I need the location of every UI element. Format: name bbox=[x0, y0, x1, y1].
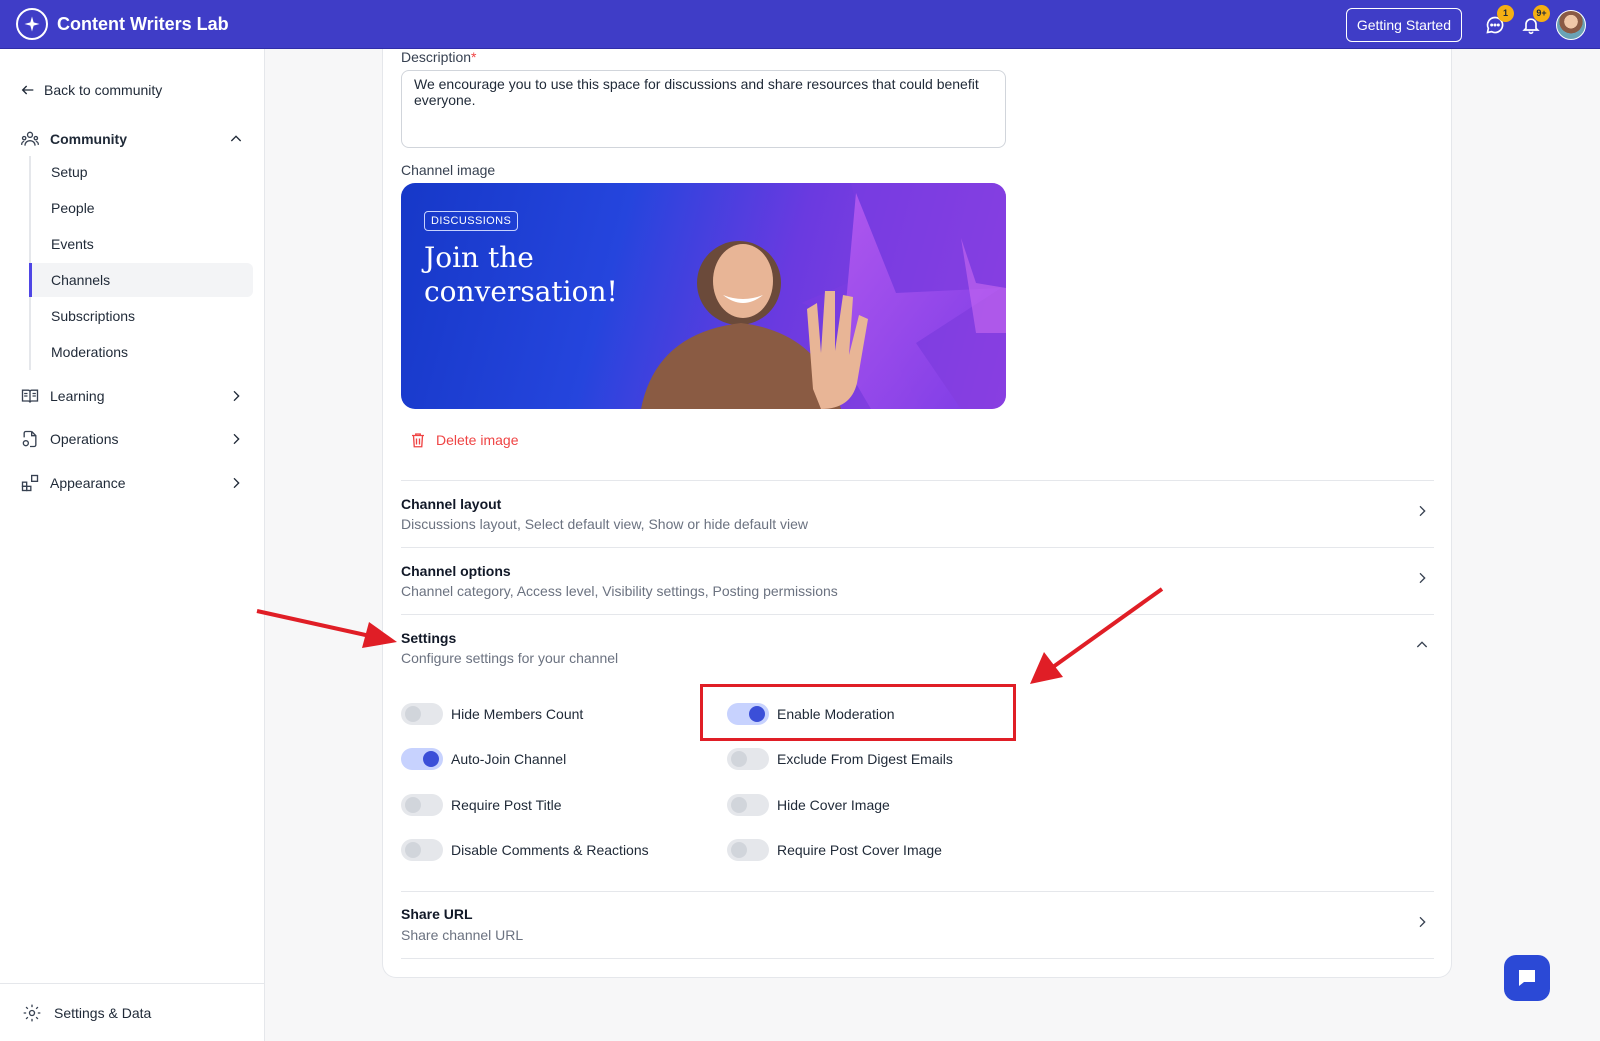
sparkle-logo-icon bbox=[16, 8, 48, 40]
divider bbox=[401, 480, 1434, 481]
banner-tag: DISCUSSIONS bbox=[424, 211, 519, 231]
delete-image-label: Delete image bbox=[436, 432, 519, 448]
toggle-switch[interactable] bbox=[727, 748, 769, 770]
chevron-right-icon bbox=[233, 390, 240, 402]
divider bbox=[401, 891, 1434, 892]
appearance-label: Appearance bbox=[50, 475, 126, 491]
layout-blocks-icon bbox=[20, 473, 40, 493]
divider bbox=[401, 547, 1434, 548]
toggle-switch[interactable] bbox=[727, 794, 769, 816]
back-to-community-link[interactable]: Back to community bbox=[20, 82, 162, 98]
sidebar-item-subscriptions[interactable]: Subscriptions bbox=[29, 299, 253, 333]
toggle-label: Auto-Join Channel bbox=[451, 751, 567, 767]
share-url-title[interactable]: Share URL bbox=[401, 906, 473, 922]
settings-and-data-label: Settings & Data bbox=[54, 1004, 152, 1021]
community-label: Community bbox=[50, 131, 127, 147]
chat-launcher-button[interactable] bbox=[1504, 955, 1550, 1001]
channel-options-subtitle: Channel category, Access level, Visibili… bbox=[401, 583, 838, 599]
notifications-bell-icon[interactable]: 9+ bbox=[1520, 5, 1550, 36]
chevron-up-icon bbox=[230, 135, 242, 142]
toggle-require-post-cover-image[interactable]: Require Post Cover Image bbox=[727, 839, 942, 861]
settings-title[interactable]: Settings bbox=[401, 630, 456, 646]
channel-layout-title[interactable]: Channel layout bbox=[401, 496, 501, 512]
channel-image-preview[interactable]: DISCUSSIONS Join the conversation! bbox=[401, 183, 1006, 409]
toggle-label: Require Post Cover Image bbox=[777, 842, 942, 858]
learning-label: Learning bbox=[50, 388, 105, 404]
chevron-right-icon bbox=[233, 477, 240, 489]
sidebar-item-setup[interactable]: Setup bbox=[29, 155, 253, 189]
document-cog-icon bbox=[20, 429, 40, 449]
chevron-right-icon[interactable] bbox=[1414, 503, 1430, 519]
channel-image-label: Channel image bbox=[401, 162, 496, 178]
toggle-switch[interactable] bbox=[727, 839, 769, 861]
sidebar-section-operations[interactable]: Operations bbox=[20, 429, 248, 449]
toggle-disable-comments-reactions[interactable]: Disable Comments & Reactions bbox=[401, 839, 649, 861]
messages-icon[interactable]: 1 bbox=[1484, 5, 1514, 36]
notifications-badge: 9+ bbox=[1533, 5, 1550, 22]
community-icon bbox=[20, 129, 40, 149]
sidebar-item-channels[interactable]: Channels bbox=[29, 263, 253, 297]
messages-badge: 1 bbox=[1497, 5, 1514, 22]
toggle-label: Hide Cover Image bbox=[777, 797, 890, 813]
toggle-label: Disable Comments & Reactions bbox=[451, 842, 649, 858]
share-url-subtitle: Share channel URL bbox=[401, 927, 524, 943]
sidebar-item-events[interactable]: Events bbox=[29, 227, 253, 261]
settings-and-data-link[interactable]: Settings & Data bbox=[0, 983, 265, 1041]
chevron-up-icon[interactable] bbox=[1414, 637, 1430, 653]
sidebar-section-community[interactable]: Community bbox=[20, 129, 248, 149]
sidebar-item-people[interactable]: People bbox=[29, 191, 253, 225]
toggle-require-post-title[interactable]: Require Post Title bbox=[401, 794, 562, 816]
top-bar: Content Writers Lab Getting Started 1 9+ bbox=[0, 0, 1600, 49]
toggle-auto-join-channel[interactable]: Auto-Join Channel bbox=[401, 748, 566, 770]
delete-image-button[interactable]: Delete image bbox=[409, 431, 519, 449]
toggle-switch[interactable] bbox=[401, 748, 443, 770]
getting-started-button[interactable]: Getting Started bbox=[1345, 8, 1462, 42]
app-name: Content Writers Lab bbox=[57, 13, 229, 34]
toggle-hide-cover-image[interactable]: Hide Cover Image bbox=[727, 794, 890, 816]
toggle-switch[interactable] bbox=[401, 794, 443, 816]
toggle-switch[interactable] bbox=[401, 839, 443, 861]
divider bbox=[401, 614, 1434, 615]
chevron-right-icon[interactable] bbox=[1414, 570, 1430, 586]
sidebar: Back to community Community Setup People… bbox=[0, 49, 265, 1041]
operations-label: Operations bbox=[50, 431, 119, 447]
toggle-label: Require Post Title bbox=[451, 797, 562, 813]
book-icon bbox=[20, 386, 40, 406]
banner-title: Join the conversation! bbox=[424, 241, 618, 308]
toggle-label: Hide Members Count bbox=[451, 706, 584, 722]
arrow-left-icon bbox=[21, 85, 34, 95]
sidebar-section-appearance[interactable]: Appearance bbox=[20, 473, 248, 493]
settings-subtitle: Configure settings for your channel bbox=[401, 650, 619, 666]
annotation-highlight-box bbox=[700, 684, 1016, 741]
sidebar-item-moderations[interactable]: Moderations bbox=[29, 335, 253, 369]
channel-layout-subtitle: Discussions layout, Select default view,… bbox=[401, 516, 808, 532]
chevron-right-icon bbox=[233, 433, 240, 445]
description-label: Description* bbox=[401, 49, 477, 65]
channel-options-title[interactable]: Channel options bbox=[401, 563, 511, 579]
sidebar-section-learning[interactable]: Learning bbox=[20, 386, 248, 406]
back-link-label: Back to community bbox=[44, 82, 163, 98]
description-textarea[interactable]: We encourage you to use this space for d… bbox=[401, 70, 1006, 148]
divider bbox=[401, 958, 1434, 959]
gear-icon bbox=[23, 1004, 41, 1021]
toggle-label: Exclude From Digest Emails bbox=[777, 751, 953, 767]
trash-icon bbox=[412, 433, 424, 448]
chat-bubble-icon bbox=[1519, 970, 1535, 986]
user-avatar[interactable] bbox=[1556, 10, 1586, 40]
toggle-switch[interactable] bbox=[401, 703, 443, 725]
toggle-hide-members-count[interactable]: Hide Members Count bbox=[401, 703, 583, 725]
toggle-exclude-from-digest-emails[interactable]: Exclude From Digest Emails bbox=[727, 748, 953, 770]
brand[interactable]: Content Writers Lab bbox=[16, 8, 229, 40]
chevron-right-icon[interactable] bbox=[1414, 914, 1430, 930]
